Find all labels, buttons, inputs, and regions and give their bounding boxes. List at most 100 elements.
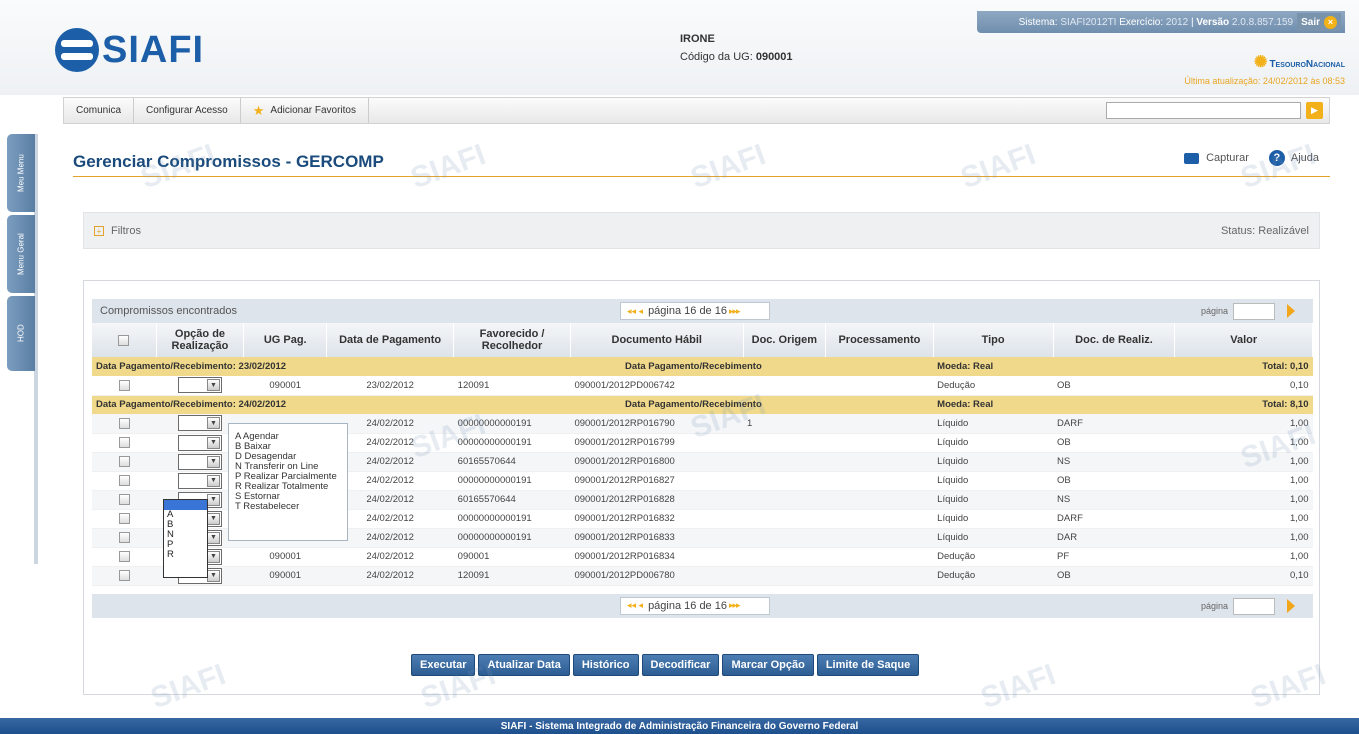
siafi-logo: SIAFI bbox=[55, 28, 204, 72]
table-row[interactable]: ▼ 090001 24/02/2012 090001 090001/2012RP0168… bbox=[92, 547, 1313, 567]
opcao-select[interactable]: ▼ bbox=[177, 377, 222, 394]
row-checkbox[interactable] bbox=[118, 512, 130, 524]
data-pagamento-cell: 23/02/2012 bbox=[326, 376, 454, 396]
side-tabs: Meu Menu Menu Geral HOD bbox=[7, 134, 35, 374]
group-label: Data Pagamento/Recebimento bbox=[453, 357, 934, 376]
row-checkbox[interactable] bbox=[118, 493, 130, 505]
col-opcao: Opção de Realização bbox=[156, 323, 245, 357]
doc-realiz-cell: NS bbox=[1053, 490, 1175, 510]
table-row[interactable]: ▼ 090001 23/02/2012 120091 090001/2012PD0067… bbox=[92, 376, 1313, 396]
valor-cell: 1,00 bbox=[1174, 547, 1313, 567]
user-name: IRONE bbox=[680, 33, 715, 45]
processamento-cell bbox=[825, 528, 934, 548]
menu-configurar-acesso[interactable]: Configurar Acesso bbox=[134, 98, 241, 123]
limite-de-saque-button[interactable]: Limite de Saque bbox=[816, 654, 920, 676]
row-checkbox[interactable] bbox=[118, 531, 130, 543]
row-checkbox[interactable] bbox=[118, 474, 130, 486]
camera-icon bbox=[1184, 152, 1200, 164]
row-checkbox[interactable] bbox=[118, 417, 130, 429]
row-checkbox[interactable] bbox=[118, 455, 130, 467]
exercicio-value: 2012 bbox=[1165, 16, 1189, 28]
dropdown-option[interactable]: R bbox=[164, 550, 207, 560]
historico-button[interactable]: Histórico bbox=[572, 654, 639, 676]
doc-realiz-cell: DARF bbox=[1053, 509, 1175, 529]
chevron-down-icon: ▼ bbox=[206, 455, 220, 468]
row-checkbox[interactable] bbox=[118, 379, 130, 391]
menu-go-button[interactable]: ▶ bbox=[1306, 102, 1323, 119]
watermark: SIAFI bbox=[406, 137, 490, 196]
filtros-toggle[interactable]: + Filtros bbox=[94, 225, 141, 237]
group-header-row: Data Pagamento/Recebimento: 23/02/2012 Da… bbox=[92, 357, 1313, 376]
next-page-icon[interactable]: ▸▸▸ bbox=[729, 306, 741, 317]
row-select-cell bbox=[92, 471, 157, 491]
col-processamento: Processamento bbox=[825, 323, 934, 357]
sair-button[interactable]: Sair × bbox=[1297, 13, 1341, 31]
tab-menu-geral[interactable]: Menu Geral bbox=[7, 215, 35, 293]
doc-realiz-cell: OB bbox=[1053, 433, 1175, 453]
col-valor: Valor bbox=[1174, 323, 1313, 357]
documento-habil-cell: 090001/2012RP016827 bbox=[570, 471, 744, 491]
opcao-cell: ▼ bbox=[156, 376, 244, 396]
valor-cell: 1,00 bbox=[1174, 433, 1313, 453]
opcao-select[interactable]: ▼ bbox=[177, 472, 222, 489]
go-page-icon[interactable] bbox=[1287, 304, 1295, 318]
title-divider bbox=[73, 176, 1330, 177]
valor-cell: 1,00 bbox=[1174, 452, 1313, 472]
pager-top[interactable]: ◂◂ ◂ página 16 de 16 ▸▸▸ bbox=[620, 302, 770, 320]
page-number-input[interactable] bbox=[1233, 597, 1275, 615]
pager-bottom[interactable]: ◂◂ ◂ página 16 de 16 ▸▸▸ bbox=[620, 596, 770, 615]
legend-item: T Restabelecer bbox=[235, 501, 300, 512]
action-buttons: Executar Atualizar Data Histórico Decodi… bbox=[411, 654, 920, 676]
capturar-link[interactable]: Capturar bbox=[1184, 152, 1249, 164]
menu-search-input[interactable] bbox=[1106, 102, 1301, 119]
atualizar-data-button[interactable]: Atualizar Data bbox=[478, 654, 570, 676]
opcao-select[interactable]: ▼ bbox=[177, 434, 222, 451]
doc-origem-cell bbox=[743, 509, 826, 529]
row-checkbox[interactable] bbox=[118, 569, 130, 581]
menu-comunica[interactable]: Comunica bbox=[64, 98, 135, 123]
tipo-cell: Dedução bbox=[933, 566, 1054, 586]
close-icon: × bbox=[1324, 15, 1337, 29]
chevron-down-icon: ▼ bbox=[206, 531, 220, 544]
group-total: Total: 0,10 bbox=[1174, 357, 1313, 376]
page-number-input[interactable] bbox=[1233, 303, 1275, 320]
table-row[interactable]: ▼ 090001 24/02/2012 120091 090001/2012PD0067… bbox=[92, 566, 1313, 586]
executar-button[interactable]: Executar bbox=[411, 654, 476, 676]
group-total: Total: 8,10 bbox=[1174, 395, 1313, 414]
documento-habil-cell: 090001/2012RP016828 bbox=[570, 490, 744, 510]
tab-hod[interactable]: HOD bbox=[7, 296, 35, 371]
decodificar-button[interactable]: Decodificar bbox=[641, 654, 720, 676]
tipo-cell: Líquido bbox=[933, 490, 1054, 510]
go-page-icon[interactable] bbox=[1287, 598, 1295, 613]
doc-origem-cell bbox=[743, 566, 826, 586]
favorecido-cell: 00000000000191 bbox=[453, 471, 571, 491]
tesouro-logo: ✺ TesouroNacional bbox=[1254, 54, 1345, 71]
row-select-cell bbox=[92, 509, 157, 529]
opcao-select[interactable]: ▼ bbox=[177, 453, 222, 470]
data-pagamento-cell: 24/02/2012 bbox=[326, 566, 454, 586]
row-select-cell bbox=[92, 490, 157, 510]
doc-realiz-cell: OB bbox=[1053, 376, 1175, 396]
siafi-logo-icon bbox=[55, 28, 99, 72]
tab-meu-menu[interactable]: Meu Menu bbox=[7, 134, 35, 212]
row-select-cell bbox=[92, 414, 157, 434]
marcar-opcao-button[interactable]: Marcar Opção bbox=[722, 654, 814, 676]
first-page-icon[interactable]: ◂◂ ◂ bbox=[627, 306, 643, 317]
documento-habil-cell: 090001/2012PD006780 bbox=[570, 566, 744, 586]
row-checkbox[interactable] bbox=[118, 436, 130, 448]
ug-pag-cell: 090001 bbox=[243, 547, 327, 567]
data-pagamento-cell: 24/02/2012 bbox=[326, 547, 454, 567]
ajuda-link[interactable]: ? Ajuda bbox=[1268, 150, 1319, 166]
menu-adicionar-favoritos[interactable]: ★ Adicionar Favoritos bbox=[241, 98, 369, 123]
first-page-icon[interactable]: ◂◂ ◂ bbox=[627, 600, 643, 611]
next-page-icon[interactable]: ▸▸▸ bbox=[729, 600, 741, 611]
opcao-select[interactable]: ▼ bbox=[177, 415, 222, 432]
chevron-down-icon: ▼ bbox=[206, 436, 220, 449]
valor-cell: 1,00 bbox=[1174, 471, 1313, 491]
col-select-all[interactable] bbox=[92, 323, 157, 357]
row-checkbox[interactable] bbox=[118, 550, 130, 562]
select-all-checkbox[interactable] bbox=[118, 334, 130, 346]
tipo-cell: Líquido bbox=[933, 528, 1054, 548]
row-select-cell bbox=[92, 566, 157, 586]
favorecido-cell: 00000000000191 bbox=[453, 528, 571, 548]
